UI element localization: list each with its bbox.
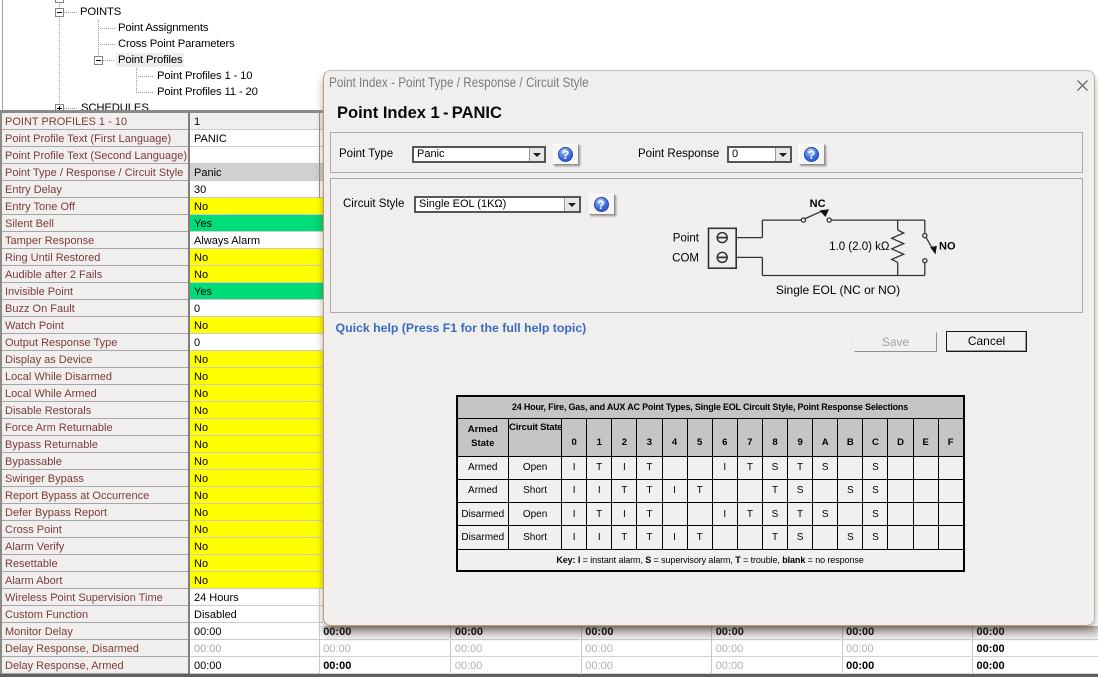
svg-text:COM: COM: [672, 253, 699, 265]
svg-text:1.0 (2.0) kΩ: 1.0 (2.0) kΩ: [829, 241, 890, 253]
svg-text:Point: Point: [673, 233, 700, 245]
svg-text:NO: NO: [939, 241, 956, 253]
svg-text:Single EOL (NC or NO): Single EOL (NC or NO): [776, 283, 900, 297]
svg-text:NC: NC: [810, 198, 826, 210]
